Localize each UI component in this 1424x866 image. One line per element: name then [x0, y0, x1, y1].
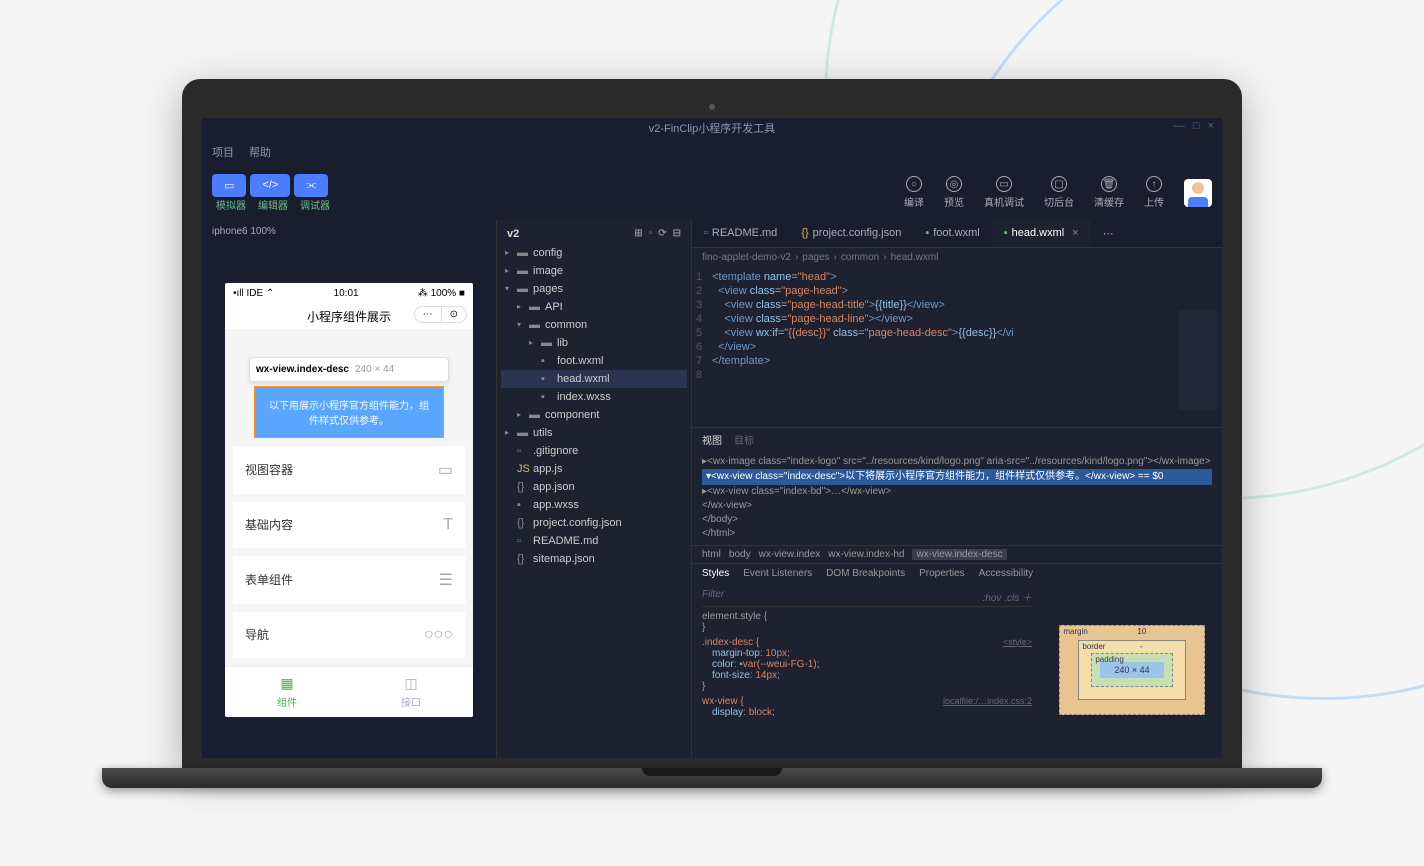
- tab-more[interactable]: ⋯: [1091, 220, 1126, 247]
- highlighted-element[interactable]: 以下用展示小程序官方组件能力，组件样式仅供参考。: [254, 386, 444, 438]
- tab-head[interactable]: ▪head.wxml×: [992, 220, 1091, 246]
- menu-view-container[interactable]: 视图容器▭: [233, 446, 465, 494]
- capsule-buttons[interactable]: ⋯⊙: [414, 306, 467, 323]
- folder-common[interactable]: ▾▬common: [501, 316, 687, 334]
- file-explorer: v2 ⊞▫⟳⊟ ▸▬config ▸▬image ▾▬pages ▸▬API ▾…: [497, 220, 692, 758]
- dtab-a11y[interactable]: Accessibility: [979, 568, 1033, 579]
- ide-window: v2-FinClip小程序开发工具 —□× 项目 帮助 ▭ </> ⫘ 模拟器 …: [202, 118, 1222, 758]
- laptop-frame: v2-FinClip小程序开发工具 —□× 项目 帮助 ▭ </> ⫘ 模拟器 …: [182, 79, 1242, 788]
- file-sitemap[interactable]: {}sitemap.json: [501, 550, 687, 568]
- breadcrumb[interactable]: fino-applet-demo-v2›pages›common›head.wx…: [692, 248, 1222, 267]
- btn-compile[interactable]: ○编译: [904, 176, 924, 209]
- file-head-wxml[interactable]: ▪head.wxml: [501, 370, 687, 388]
- code-editor[interactable]: 12345678 <template name="head"> <view cl…: [692, 267, 1222, 427]
- menu-form[interactable]: 表单组件☰: [233, 556, 465, 604]
- file-app-js[interactable]: JSapp.js: [501, 460, 687, 478]
- folder-component[interactable]: ▸▬component: [501, 406, 687, 424]
- close-icon[interactable]: ×: [1072, 227, 1078, 239]
- btn-cache[interactable]: 🗑清缓存: [1094, 176, 1124, 209]
- inspector-tooltip: wx-view.index-desc240 × 44: [249, 357, 449, 382]
- btn-preview[interactable]: ◎预览: [944, 176, 964, 209]
- tab-foot[interactable]: ▪foot.wxml: [913, 220, 991, 246]
- btn-remote[interactable]: ▭真机调试: [984, 176, 1024, 209]
- tab-api[interactable]: ◫接口: [349, 667, 473, 717]
- dtab-props[interactable]: Properties: [919, 568, 965, 579]
- file-app-json[interactable]: {}app.json: [501, 478, 687, 496]
- file-project-config[interactable]: {}project.config.json: [501, 514, 687, 532]
- dtab-styles[interactable]: Styles: [702, 568, 729, 579]
- devtools-panel: 视图 目标 ▸<wx-image class="index-logo" src=…: [692, 427, 1222, 758]
- folder-pages[interactable]: ▾▬pages: [501, 280, 687, 298]
- folder-lib[interactable]: ▸▬lib: [501, 334, 687, 352]
- simulator-panel: iphone6 100% •ıll IDE ⌃ 10:01 ⁂ 100% ■ 小…: [202, 220, 497, 758]
- menubar: 项目 帮助: [202, 138, 1222, 166]
- btab-other[interactable]: 目标: [734, 432, 754, 447]
- menu-project[interactable]: 项目: [212, 144, 234, 160]
- phone-simulator[interactable]: •ıll IDE ⌃ 10:01 ⁂ 100% ■ 小程序组件展示 ⋯⊙ wx-…: [225, 283, 473, 717]
- menu-help[interactable]: 帮助: [249, 144, 271, 160]
- pill-simulator[interactable]: ▭: [212, 174, 246, 197]
- tab-readme[interactable]: ▫README.md: [692, 220, 789, 246]
- folder-config[interactable]: ▸▬config: [501, 244, 687, 262]
- dtab-events[interactable]: Event Listeners: [743, 568, 812, 579]
- file-foot-wxml[interactable]: ▪foot.wxml: [501, 352, 687, 370]
- btn-background[interactable]: ▢切后台: [1044, 176, 1074, 209]
- btn-upload[interactable]: ↑上传: [1144, 176, 1164, 209]
- editor-panel: ▫README.md {}project.config.json ▪foot.w…: [692, 220, 1222, 758]
- file-readme[interactable]: ▫README.md: [501, 532, 687, 550]
- dtab-dom[interactable]: DOM Breakpoints: [826, 568, 905, 579]
- box-model: margin 10 border - padding 240 × 44: [1042, 583, 1222, 758]
- tab-component[interactable]: ▦组件: [225, 667, 349, 717]
- toolbar: ▭ </> ⫘ 模拟器 编辑器 调试器 ○编译 ◎预览 ▭真机调试 ▢切后台 🗑…: [202, 166, 1222, 220]
- window-controls[interactable]: —□×: [1174, 120, 1214, 132]
- minimap[interactable]: [1178, 310, 1218, 410]
- tab-project-config[interactable]: {}project.config.json: [789, 220, 913, 246]
- dom-tree[interactable]: ▸<wx-image class="index-logo" src="../re…: [692, 451, 1222, 545]
- file-app-wxss[interactable]: ▪app.wxss: [501, 496, 687, 514]
- phone-statusbar: •ıll IDE ⌃ 10:01 ⁂ 100% ■: [225, 283, 473, 304]
- editor-tabs: ▫README.md {}project.config.json ▪foot.w…: [692, 220, 1222, 248]
- folder-utils[interactable]: ▸▬utils: [501, 424, 687, 442]
- explorer-actions[interactable]: ⊞▫⟳⊟: [634, 228, 681, 240]
- folder-api[interactable]: ▸▬API: [501, 298, 687, 316]
- phone-nav: 小程序组件展示 ⋯⊙: [225, 304, 473, 329]
- btab-view[interactable]: 视图: [702, 432, 722, 447]
- file-index-wxss[interactable]: ▪index.wxss: [501, 388, 687, 406]
- styles-pane[interactable]: Filter:hov .cls ＋ element.style {} .inde…: [692, 583, 1042, 758]
- pill-editor[interactable]: </>: [250, 174, 290, 197]
- devtools-tabs: Styles Event Listeners DOM Breakpoints P…: [692, 563, 1222, 583]
- camera-dot: [709, 104, 715, 110]
- laptop-base: [102, 768, 1322, 788]
- menu-basic[interactable]: 基础内容T: [233, 502, 465, 548]
- file-gitignore[interactable]: ▫.gitignore: [501, 442, 687, 460]
- device-info: iphone6 100%: [202, 220, 496, 243]
- explorer-root[interactable]: v2: [507, 228, 519, 240]
- pill-debugger[interactable]: ⫘: [294, 174, 328, 197]
- dom-crumb-path[interactable]: htmlbodywx-view.indexwx-view.index-hdwx-…: [692, 545, 1222, 563]
- folder-image[interactable]: ▸▬image: [501, 262, 687, 280]
- avatar[interactable]: [1184, 179, 1212, 207]
- menu-nav[interactable]: 导航○○○: [233, 612, 465, 658]
- titlebar: v2-FinClip小程序开发工具 —□×: [202, 118, 1222, 138]
